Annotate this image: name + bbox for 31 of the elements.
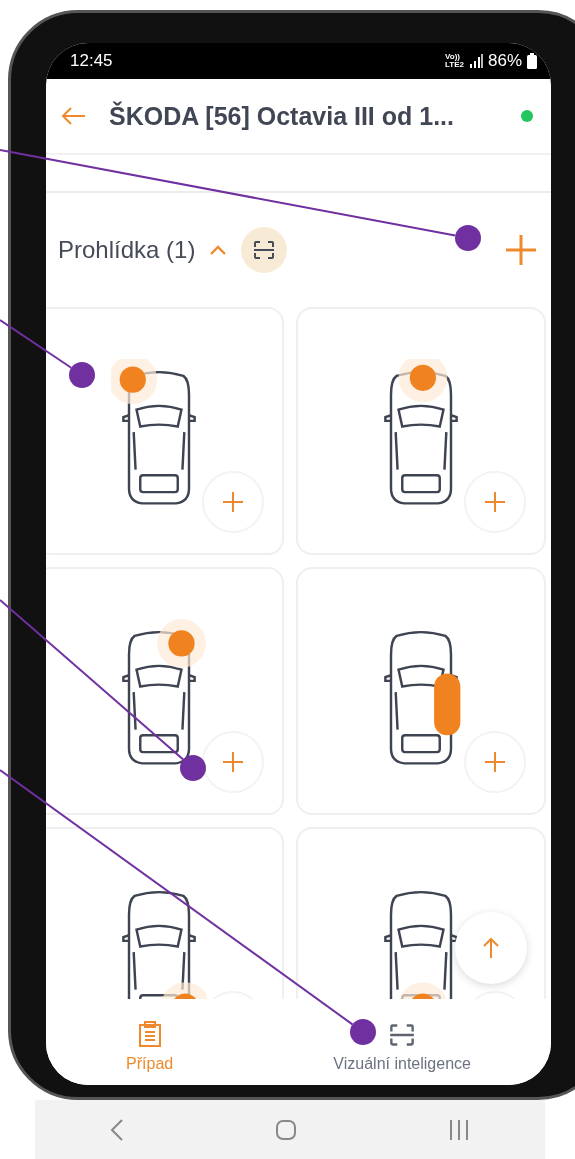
signal-icon (468, 54, 483, 68)
clipboard-icon (137, 1021, 162, 1047)
add-icon[interactable] (505, 234, 537, 266)
callout-dot (69, 362, 95, 388)
back-arrow-icon[interactable] (61, 106, 87, 126)
plus-icon (221, 750, 245, 774)
inspection-card[interactable] (296, 307, 546, 555)
scan-icon (389, 1023, 416, 1047)
callout-dot (180, 755, 206, 781)
plus-icon (483, 750, 507, 774)
plus-icon (483, 490, 507, 514)
home-icon[interactable] (275, 1118, 297, 1141)
chevron-icon[interactable] (209, 244, 228, 256)
battery-percent: 86% (487, 51, 522, 71)
status-time: 12:45 (70, 51, 113, 71)
network-label: Vo)) LTE2 (445, 53, 464, 69)
inspection-card[interactable] (46, 307, 284, 555)
callout-dot (350, 1019, 376, 1045)
battery-icon (527, 53, 537, 69)
nav-tab[interactable]: Vizuální inteligence (333, 1023, 471, 1073)
back-icon[interactable] (110, 1117, 125, 1142)
plus-icon (221, 490, 245, 514)
nav-tab[interactable]: Případ (126, 1021, 174, 1073)
section-title: Prohlídka (1) (58, 236, 196, 264)
arrow-up-icon (482, 937, 500, 959)
recents-icon[interactable] (447, 1117, 470, 1142)
inspection-card[interactable] (46, 567, 284, 815)
scan-icon (253, 240, 276, 260)
scan-button[interactable] (241, 227, 288, 273)
page-title: ŠKODA [56] Octavia III od 1... (109, 101, 455, 131)
callout-dot (455, 225, 481, 251)
